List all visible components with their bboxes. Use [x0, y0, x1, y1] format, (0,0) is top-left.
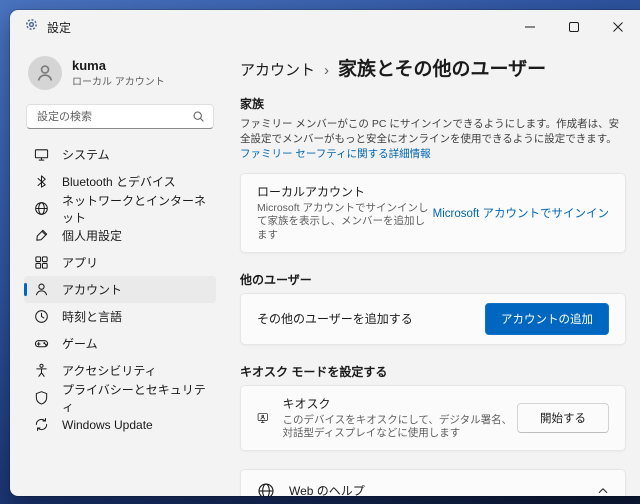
add-other-user-card: その他のユーザーを追加する アカウントの追加 — [240, 292, 626, 345]
sidebar-item-privacy-security[interactable]: プライバシーとセキュリティ — [24, 383, 216, 414]
accessibility-icon — [36, 363, 47, 377]
other-users-heading: 他のユーザー — [240, 272, 312, 287]
main-content: アカウント › 家族とその他のユーザー 家族 ファミリー メンバーがこの PC … — [228, 44, 640, 496]
web-help-title: Web のヘルプ — [289, 484, 365, 496]
sidebar-item-personalization[interactable]: 個人用設定 — [24, 222, 216, 249]
apps-icon — [35, 256, 48, 269]
search-icon — [192, 110, 205, 128]
desktop-wallpaper: 設定 kuma ローカル アカウント 設定の検索 システム Bluetooth … — [0, 0, 640, 504]
sidebar: kuma ローカル アカウント システム — [10, 44, 228, 496]
window-title: 設定 — [47, 20, 72, 35]
page-title: 家族とその他のユーザー — [338, 59, 547, 80]
search-input[interactable] — [26, 104, 214, 129]
sidebar-item-accounts[interactable]: アカウント — [24, 276, 216, 303]
settings-window: 設定 kuma ローカル アカウント 設定の検索 システム Bluetooth … — [10, 10, 640, 496]
kiosk-description: このデバイスをキオスクにして、デジタル署名、対話型ディスプレイなどに使用します — [282, 413, 513, 440]
chevron-up-icon[interactable] — [597, 485, 609, 496]
add-other-user-label: その他のユーザーを追加する — [257, 312, 413, 327]
windows-update-icon — [35, 417, 48, 432]
sidebar-item-apps[interactable]: アプリ — [24, 249, 216, 276]
kiosk-start-button[interactable]: 開始する — [517, 402, 609, 433]
time-language-icon — [35, 310, 48, 323]
kiosk-icon — [257, 413, 268, 423]
family-safety-link[interactable]: ファミリー セーフティに関する詳細情報 — [240, 148, 431, 160]
family-section-heading: 家族 — [240, 97, 265, 111]
minimize-button[interactable] — [508, 10, 552, 44]
network-icon — [35, 202, 48, 215]
sidebar-item-time-language[interactable]: 時刻と言語 — [24, 303, 216, 330]
maximize-button[interactable] — [552, 10, 596, 44]
sidebar-item-windows-update[interactable]: Windows Update — [24, 411, 216, 438]
web-help-header[interactable]: Web のヘルプ — [241, 470, 625, 496]
user-name: kuma — [72, 57, 106, 73]
kiosk-title: キオスク — [282, 396, 331, 411]
titlebar[interactable]: 設定 — [10, 10, 640, 44]
kiosk-card: キオスク このデバイスをキオスクにして、デジタル署名、対話型ディスプレイなどに使… — [240, 384, 626, 451]
local-account-description: Microsoft アカウントでサインインして家族を表示し、メンバーを追加します — [257, 201, 429, 241]
web-help-globe-icon — [258, 483, 274, 496]
search-box — [26, 104, 214, 129]
sidebar-item-system[interactable]: システム — [24, 141, 216, 168]
local-account-title: ローカルアカウント — [257, 184, 366, 199]
system-icon — [34, 149, 49, 161]
accounts-icon — [35, 283, 48, 296]
sign-in-microsoft-link[interactable]: Microsoft アカウントでサインイン — [433, 205, 609, 221]
breadcrumb-accounts[interactable]: アカウント — [240, 59, 315, 80]
user-account-type: ローカル アカウント — [72, 77, 165, 89]
settings-app-icon — [24, 17, 39, 37]
close-button[interactable] — [596, 10, 640, 44]
sidebar-item-gaming[interactable]: ゲーム — [24, 330, 216, 357]
avatar — [28, 56, 62, 90]
gaming-icon — [34, 340, 49, 348]
add-account-button[interactable]: アカウントの追加 — [485, 302, 609, 335]
breadcrumb-separator-icon: › — [324, 62, 330, 79]
local-account-card: ローカルアカウント Microsoft アカウントでサインインして家族を表示し、… — [240, 172, 626, 253]
user-account[interactable]: kuma ローカル アカウント — [28, 56, 216, 90]
family-description: ファミリー メンバーがこの PC にサインインできるようにします。作成者は、安全… — [240, 118, 620, 161]
personalization-icon — [36, 229, 48, 241]
web-help-card: Web のヘルプ ローカル ユーザー アカウントの作成 ユーザーの切り替え — [240, 468, 626, 496]
breadcrumb: アカウント › 家族とその他のユーザー — [240, 54, 626, 81]
bluetooth-icon — [37, 175, 46, 188]
sidebar-nav: システム Bluetooth とデバイス ネットワークとインターネット 個人用設… — [24, 141, 216, 438]
kiosk-heading: キオスク モードを設定する — [240, 364, 388, 379]
privacy-icon — [35, 391, 48, 405]
sidebar-item-network-internet[interactable]: ネットワークとインターネット — [24, 194, 216, 225]
